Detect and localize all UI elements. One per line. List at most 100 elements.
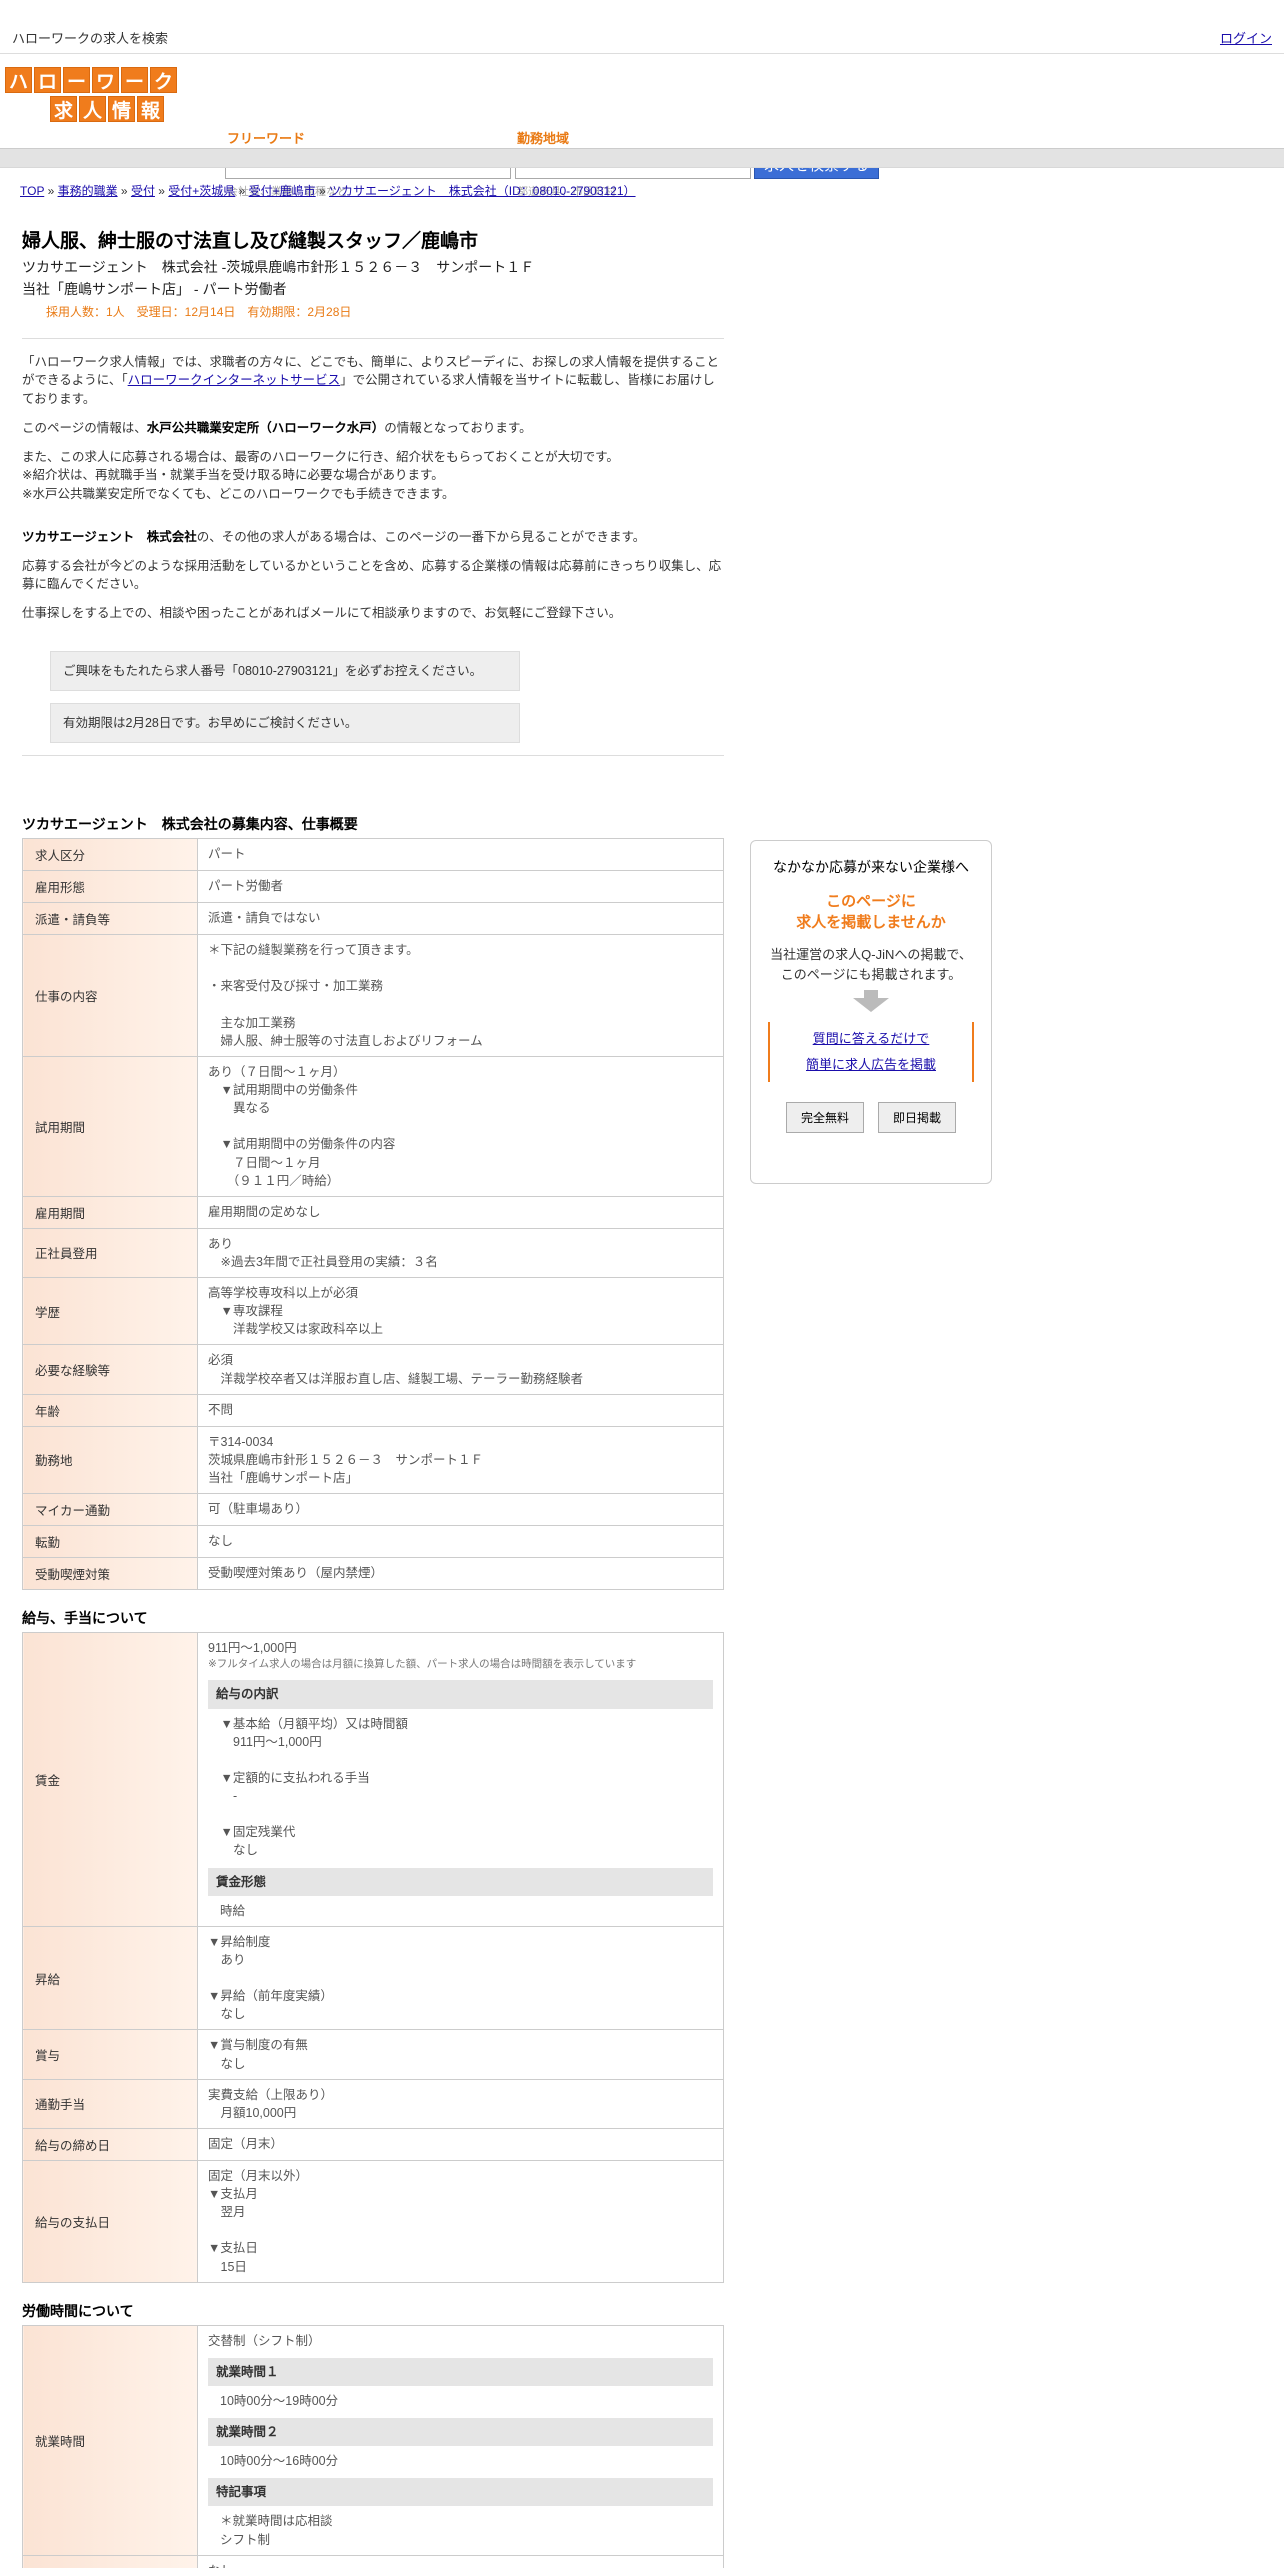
sidebox-link[interactable]: 質問に答えるだけで [813, 1031, 930, 1046]
breadcrumb-item[interactable]: TOP [20, 184, 44, 198]
row-value: 高等学校専攻科以上が必須 ▼専攻課程 洋裁学校又は家政科卒以上 [197, 1277, 724, 1346]
logo-character: 報 [137, 96, 164, 122]
sub-header: 就業時間２ [208, 2418, 713, 2447]
special-notes: ＊就業時間は応相談 シフト制 [220, 2514, 333, 2547]
intro-paragraph: 応募する会社が今どのような採用活動をしているかということを含め、応募する企業様の… [22, 558, 722, 592]
table-row: 転勤 なし [22, 1525, 724, 1559]
row-label: 給与の支払日 [22, 2159, 198, 2283]
logo-character: ー [63, 67, 90, 93]
row-value: なし [197, 2554, 724, 2568]
table-row: 仕事の内容 ＊下記の縫製業務を行って頂きます。 ・来客受付及び採寸・加工業務 主な… [22, 934, 724, 1057]
divider [22, 337, 724, 339]
sidebox-link-box: 質問に答えるだけで 簡単に求人広告を掲載 [768, 1022, 974, 1082]
sidebox-description: 当社運営の求人Q-JiNへの掲載で、 このページにも掲載されます。 [770, 947, 972, 982]
row-value: パート [197, 838, 724, 872]
row-label: 正社員登用 [22, 1227, 198, 1279]
row-label: 雇用期間 [22, 1195, 198, 1229]
table-row: 賃金 911円〜1,000円 ※フルタイム求人の場合は月額に換算した額、パート求… [22, 1632, 724, 1927]
logo-character: 人 [79, 96, 106, 122]
freeword-label: フリーワード [227, 131, 306, 146]
row-value: 派遣・請負ではない [197, 902, 724, 936]
row-label: 派遣・請負等 [22, 902, 198, 936]
wage-type: 時給 [220, 1903, 246, 1918]
row-label: マイカー通勤 [22, 1493, 198, 1527]
row-label: 学歴 [22, 1277, 198, 1346]
table-row: 派遣・請負等 派遣・請負ではない [22, 902, 724, 936]
down-arrow-icon [853, 998, 889, 1012]
hellowork-logo[interactable]: ハローワーク 求人情報 [5, 67, 181, 125]
row-label: 試用期間 [22, 1055, 198, 1197]
table-row: 求人区分 パート [22, 838, 724, 872]
sidebox-link[interactable]: 簡単に求人広告を掲載 [806, 1057, 936, 1072]
intro-paragraph: 「ハローワーク求人情報」では、求職者の方々に、どこでも、簡単に、よりスピーディに… [22, 354, 720, 407]
sub-header: 特記事項 [208, 2478, 713, 2507]
row-value: 受動喫煙対策あり（屋内禁煙） [197, 1557, 724, 1591]
row-value: 雇用期間の定めなし [197, 1195, 724, 1229]
wage-breakdown: ▼基本給（月額平均）又は時間額 911円〜1,000円 ▼定額的に支払われる手当… [220, 1716, 408, 1858]
row-label: 求人区分 [22, 838, 198, 872]
notice-box: ご興味をもたれたら求人番号「08010-27903121」を必ずお控えください。 [50, 650, 520, 692]
shift-time: 10時00分〜19時00分 [220, 2393, 339, 2408]
gray-band [0, 148, 1284, 168]
hours-table: 就業時間 交替制（シフト制） 就業時間１ 10時00分〜19時00分 就業時間２… [22, 2324, 724, 2568]
intro-paragraph: このページの情報は、水戸公共職業安定所（ハローワーク水戸）の情報となっております… [22, 420, 532, 435]
header: ハローワーク 求人情報 フリーワード 会社名、業種、職種など 勤務地域 都道府県… [0, 54, 1284, 198]
row-value: パート労働者 [197, 870, 724, 904]
breadcrumb-item[interactable]: 事務的職業 [58, 184, 118, 198]
sidebox-title: なかなか応募が来ない企業様へ [773, 859, 969, 875]
down-arrow-icon [864, 990, 878, 998]
internet-service-link[interactable]: ハローワークインターネットサービス [128, 373, 341, 387]
wage-main: 911円〜1,000円 [208, 1641, 297, 1656]
logo-character: 情 [108, 96, 135, 122]
intro-paragraph: ツカサエージェント 株式会社の、その他の求人がある場合は、このページの一番下から… [22, 529, 646, 544]
table-row: 給与の支払日 固定（月末以外） ▼支払月 翌月 ▼支払日 15日 [22, 2159, 724, 2283]
breadcrumb-item[interactable]: 受付+鹿嶋市 [249, 184, 316, 198]
table-row: 試用期間 あり（７日間～１ヶ月） ▼試用期間中の労働条件 異なる ▼試用期間中の労… [22, 1055, 724, 1197]
site-title: ハローワークの求人を検索 [12, 31, 169, 46]
row-value: 可（駐車場あり） [197, 1493, 724, 1527]
breadcrumb-item[interactable]: ツカサエージェント 株式会社（ID：08010-27903121） [329, 184, 636, 198]
same-day-button[interactable]: 即日掲載 [878, 1102, 957, 1133]
intro: 「ハローワーク求人情報」では、求職者の方々に、どこでも、簡単に、よりスピーディに… [22, 353, 724, 623]
divider [22, 755, 724, 757]
row-value: 実費支給（上限あり） 月額10,000円 [197, 2078, 724, 2129]
row-value: あり ※過去3年間で正社員登用の実績：３名 [197, 1227, 724, 1279]
row-label: 雇用形態 [22, 870, 198, 904]
section-title: 給与、手当について [22, 1610, 148, 1627]
table-row: 雇用形態 パート労働者 [22, 870, 724, 904]
table-row: 正社員登用 あり ※過去3年間で正社員登用の実績：３名 [22, 1227, 724, 1279]
job-location: 当社「鹿嶋サンポート店」 - パート労働者 [22, 280, 287, 297]
row-label [22, 2554, 198, 2568]
job-title: 婦人服、紳士服の寸法直し及び縫製スタッフ／鹿嶋市 [22, 231, 479, 252]
row-label: 賃金 [22, 1632, 198, 1927]
row-value: 必須 洋裁学校卒者又は洋服お直し店、縫製工場、テーラー勤務経験者 [197, 1344, 724, 1395]
table-row: 勤務地 〒314-0034 茨城県鹿嶋市針形１５２６－３ サンポート１Ｆ 当社「鹿… [22, 1425, 724, 1495]
logo-character: ク [150, 67, 177, 93]
table-row: 年齢 不問 [22, 1393, 724, 1427]
login-link[interactable]: ログイン [1220, 28, 1272, 47]
logo-character: ー [121, 67, 148, 93]
free-button[interactable]: 完全無料 [785, 1102, 864, 1133]
job-meta: 採用人数：1人 受理日：12月14日 有効期限：2月28日 [46, 304, 352, 319]
logo-character: 求 [50, 96, 77, 122]
main-content: 婦人服、紳士服の寸法直し及び縫製スタッフ／鹿嶋市 ツカサエージェント 株式会社 … [22, 230, 724, 2568]
table-row: 賞与 ▼賞与制度の有無 なし [22, 2029, 724, 2080]
sub-header: 給与の内訳 [208, 1680, 713, 1709]
notice-box: 有効期限は2月28日です。お早めにご検討ください。 [50, 703, 520, 744]
intro-paragraph: また、この求人に応募される場合は、最寄のハローワークに行き、紹介状をもらっておく… [22, 449, 619, 502]
row-value: ▼賞与制度の有無 なし [197, 2029, 724, 2080]
row-label: 給与の締め日 [22, 2127, 198, 2161]
table-row: 通勤手当 実費支給（上限あり） 月額10,000円 [22, 2078, 724, 2129]
shift-time: 10時00分〜16時00分 [220, 2454, 339, 2469]
breadcrumb-item[interactable]: 受付+茨城県 [168, 184, 235, 198]
table-row: 必要な経験等 必須 洋裁学校卒者又は洋服お直し店、縫製工場、テーラー勤務経験者 [22, 1344, 724, 1395]
salary-table: 賃金 911円〜1,000円 ※フルタイム求人の場合は月額に換算した額、パート求… [22, 1632, 724, 2283]
section-title: ツカサエージェント 株式会社の募集内容、仕事概要 [22, 816, 358, 833]
row-value: 固定（月末以外） ▼支払月 翌月 ▼支払日 15日 [197, 2159, 724, 2283]
intro-paragraph: 仕事探しをする上での、相談や困ったことがあればメールにて相談承りますので、お気軽… [22, 606, 622, 621]
breadcrumb-item[interactable]: 受付 [131, 184, 155, 198]
sidebox-headline: このページに 求人を掲載しませんか [796, 893, 946, 931]
table-row: 学歴 高等学校専攻科以上が必須 ▼専攻課程 洋裁学校又は家政科卒以上 [22, 1277, 724, 1346]
row-value: なし [197, 1525, 724, 1559]
logo-character: ハ [5, 67, 32, 93]
